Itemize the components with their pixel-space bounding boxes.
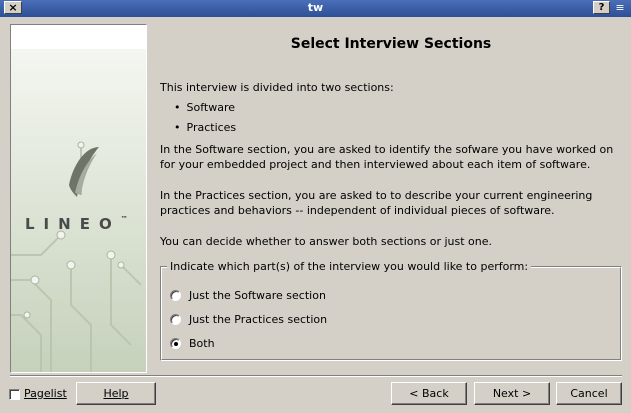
pagelist-label[interactable]: Pagelist [24,387,67,401]
main-content: Select Interview Sections This interview… [160,24,622,373]
trademark-mark: ™ [120,215,128,223]
pagelist-checkbox[interactable] [9,389,20,400]
radio-button[interactable] [170,289,181,301]
cancel-button-label: Cancel [570,387,608,400]
bullet-label: Software [186,101,236,114]
window-titlebar[interactable]: × tw ? ≡ [0,0,631,17]
next-button[interactable]: Next > [474,382,550,405]
cancel-button[interactable]: Cancel [556,382,622,405]
radio-label[interactable]: Just the Software section [189,289,326,302]
radio-button[interactable] [170,313,181,325]
page-title: Select Interview Sections [290,36,492,52]
radio-option-both[interactable]: Both [170,335,215,351]
lineo-logo-text: LINEO [25,215,121,233]
intro-text: This interview is divided into two secti… [160,81,394,94]
radio-label[interactable]: Just the Practices section [189,313,327,326]
radio-option-practices[interactable]: Just the Practices section [170,311,327,327]
help-button-label: Help [103,387,129,400]
menu-icon: ≡ [615,1,625,14]
software-description: In the Software section, you are asked t… [160,143,614,171]
bullet-item-practices: Practices [174,120,237,135]
circuit-art [11,141,142,372]
section-choice-group: Indicate which part(s) of the interview … [160,260,622,361]
radio-button-selected[interactable] [170,337,181,349]
back-button[interactable]: < Back [391,382,467,405]
back-button-label: < Back [409,387,449,400]
sidebar-image-panel: LINEO™ [10,24,147,373]
bullet-label: Practices [186,121,237,134]
practices-description: In the Practices section, you are asked … [160,189,593,217]
help-icon: ? [598,2,605,13]
context-help-button[interactable]: ? [593,1,610,14]
lineo-logo: LINEO™ [25,215,128,233]
group-legend: Indicate which part(s) of the interview … [167,260,532,273]
help-button[interactable]: Help [76,382,156,405]
window-menu-button[interactable]: ≡ [612,1,628,14]
next-button-label: Next > [492,387,532,400]
footer-divider [10,375,622,377]
radio-label[interactable]: Both [189,337,215,350]
radio-option-software[interactable]: Just the Software section [170,287,326,303]
window-title: tw [307,1,324,14]
choice-instruction: You can decide whether to answer both se… [160,235,493,248]
bullet-item-software: Software [174,100,236,115]
